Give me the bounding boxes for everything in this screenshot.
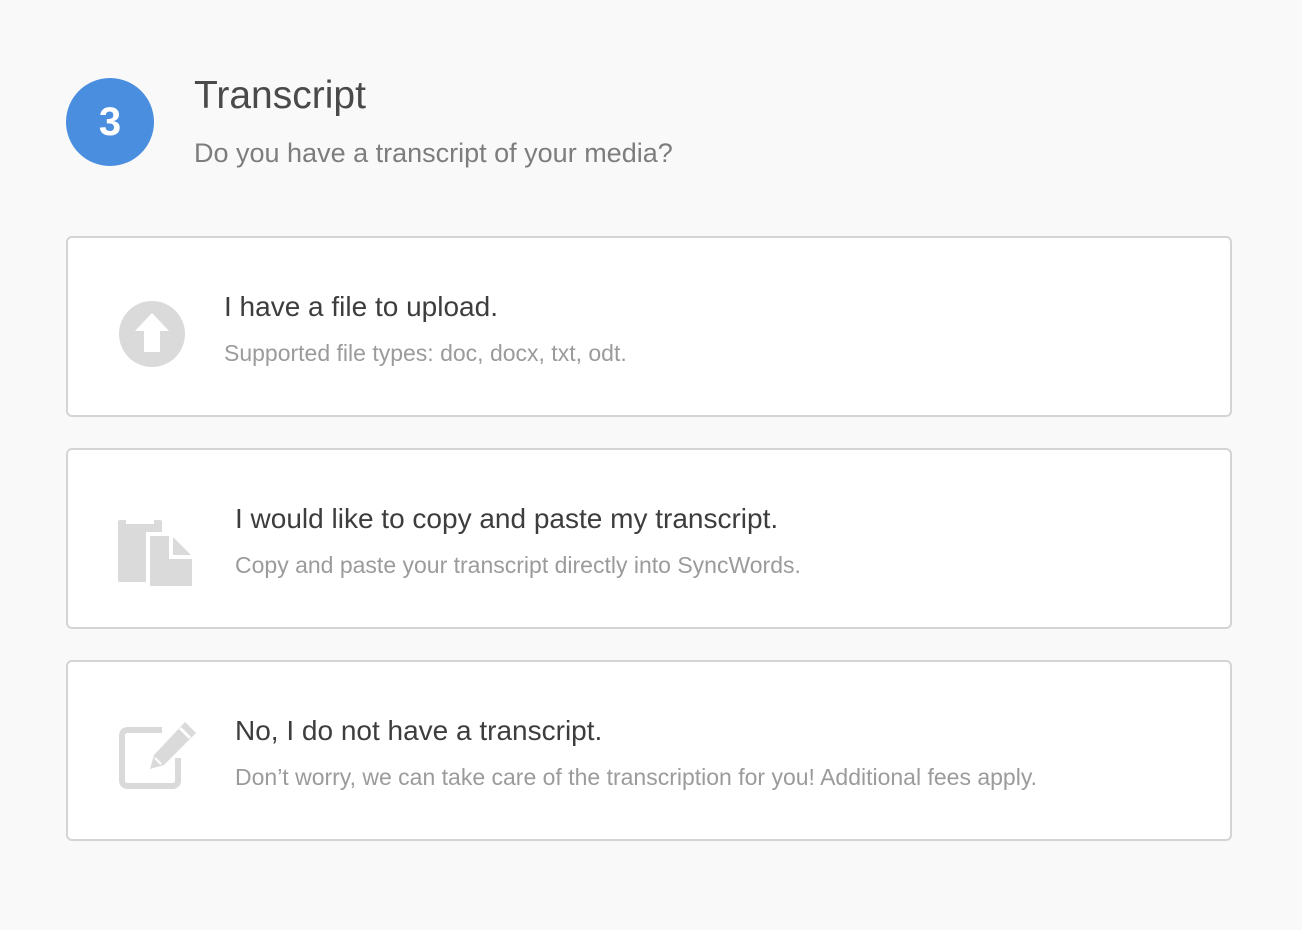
option-description: Don’t worry, we can take care of the tra… [235, 764, 1038, 790]
step-title: Transcript [194, 74, 366, 117]
option-title: I would like to copy and paste my transc… [235, 503, 779, 534]
step-subtitle: Do you have a transcript of your media? [194, 138, 673, 168]
step-number-badge: 3 [66, 78, 154, 166]
option-no-transcript[interactable]: No, I do not have a transcript. Don’t wo… [66, 660, 1232, 841]
option-title: No, I do not have a transcript. [235, 715, 603, 746]
option-description: Copy and paste your transcript directly … [235, 552, 801, 578]
option-upload-file[interactable]: I have a file to upload. Supported file … [66, 236, 1232, 417]
upload-arrow-icon [118, 298, 198, 378]
edit-pencil-icon [118, 722, 198, 802]
copy-paste-documents-icon [118, 510, 198, 590]
option-copy-paste[interactable]: I would like to copy and paste my transc… [66, 448, 1232, 629]
option-title: I have a file to upload. [224, 291, 498, 322]
step-header: 3 Transcript Do you have a transcript of… [66, 76, 1232, 186]
option-description: Supported file types: doc, docx, txt, od… [224, 340, 627, 366]
